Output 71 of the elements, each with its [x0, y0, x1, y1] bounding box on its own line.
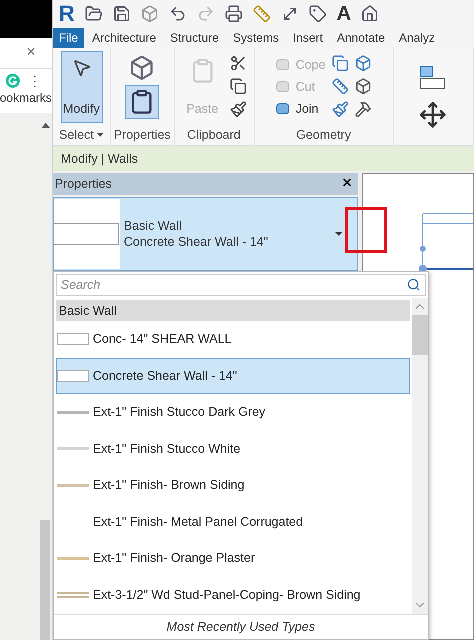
caret-icon[interactable]: [97, 133, 104, 137]
wall-swatch-icon: [57, 592, 89, 598]
ribbon-tab[interactable]: Structure: [164, 28, 226, 48]
move-icon[interactable]: [419, 100, 448, 128]
close-button[interactable]: ×: [342, 175, 352, 193]
ribbon-tab[interactable]: Architecture: [86, 28, 162, 48]
context-label: Modify | Walls: [53, 146, 474, 171]
search-field[interactable]: Search: [56, 274, 426, 296]
type-selector[interactable]: Basic Wall Concrete Shear Wall - 14": [53, 197, 358, 271]
highlight-frame: [345, 207, 387, 253]
text-tool-button[interactable]: A: [336, 2, 352, 26]
cursor-icon: [72, 58, 92, 78]
modify-button[interactable]: Modify: [60, 50, 103, 122]
scissors-icon[interactable]: [230, 55, 247, 72]
type-list-item[interactable]: Concrete Shear Wall - 14": [56, 358, 410, 394]
panel-title: Geometry: [295, 127, 352, 144]
save-icon[interactable]: [112, 5, 131, 23]
type-list-item[interactable]: Ext-1" Finish- Metal Panel Corrugated: [56, 504, 410, 540]
open-folder-icon[interactable]: [84, 5, 103, 23]
shape-icon: [276, 102, 292, 116]
close-tab-button[interactable]: ×: [26, 44, 36, 62]
align-icon[interactable]: [419, 64, 448, 90]
type-name-label: Concrete Shear Wall - 14": [124, 235, 268, 249]
search-icon[interactable]: [407, 278, 421, 292]
panel-title: Select: [59, 128, 94, 142]
shape-icon: [276, 80, 292, 94]
footer-label: Most Recently Used Types: [54, 614, 428, 639]
ribbon-tab[interactable]: Systems: [227, 28, 286, 48]
scroll-up-icon: [42, 123, 50, 128]
ribbon-tab[interactable]: File: [53, 28, 84, 48]
bookmarks-label: ookmarks: [0, 91, 52, 105]
shape-icon: [276, 58, 292, 72]
paint-icon[interactable]: [332, 101, 349, 118]
caret-icon[interactable]: [335, 232, 343, 236]
geometry-tool-button[interactable]: Join: [276, 102, 319, 116]
tag-icon[interactable]: [308, 5, 327, 23]
wall-swatch-icon: [57, 370, 89, 382]
wall-swatch-icon: [57, 333, 89, 346]
type-list-item[interactable]: Conc- 14" SHEAR WALL: [56, 321, 410, 358]
app-logo: R: [59, 1, 75, 27]
properties-toggle-button[interactable]: [125, 84, 160, 118]
panel-title: Clipboard: [186, 127, 242, 144]
copy-icon[interactable]: [230, 78, 247, 95]
undo-icon[interactable]: [168, 5, 187, 23]
panel-title: Properties: [112, 127, 172, 144]
group-header: Basic Wall: [56, 300, 410, 321]
cube-icon[interactable]: [354, 55, 372, 72]
house-icon[interactable]: [361, 5, 380, 23]
type-family-label: Basic Wall: [124, 219, 182, 233]
menu-button[interactable]: ⋮: [28, 73, 42, 89]
wall-swatch-icon: [57, 484, 89, 487]
print-icon[interactable]: [224, 5, 243, 23]
type-list-item[interactable]: Ext-1" Finish Stucco White: [56, 430, 410, 467]
wall-swatch-icon: [57, 447, 89, 450]
ribbon-tab[interactable]: Insert: [287, 28, 330, 48]
ribbon-tab[interactable]: Annotate: [331, 28, 392, 48]
type-list-item[interactable]: Ext-3-1/2" Wd Stud-Panel-Coping- Brown Siding: [56, 576, 410, 613]
ruler-icon[interactable]: [252, 5, 271, 23]
browser-title-bar: [0, 0, 52, 38]
ribbon-tab[interactable]: Analyz: [393, 28, 442, 48]
type-list-item[interactable]: Ext-1" Finish- Brown Siding: [56, 467, 410, 504]
wall-swatch-icon: [57, 556, 89, 560]
cube-icon[interactable]: [354, 78, 372, 95]
panel-title: Properties: [55, 177, 112, 191]
paintbrush-icon[interactable]: [230, 101, 247, 118]
wall-swatch-icon: [57, 410, 89, 414]
hammer-icon[interactable]: [354, 101, 372, 118]
wall-preview-icon: [54, 199, 120, 269]
scrollbar-thumb[interactable]: [412, 315, 428, 355]
type-list-item[interactable]: Ext-1" Finish- Orange Plaster: [56, 540, 410, 576]
type-list-item[interactable]: Ext-1" Finish Stucco Dark Grey: [56, 394, 410, 430]
